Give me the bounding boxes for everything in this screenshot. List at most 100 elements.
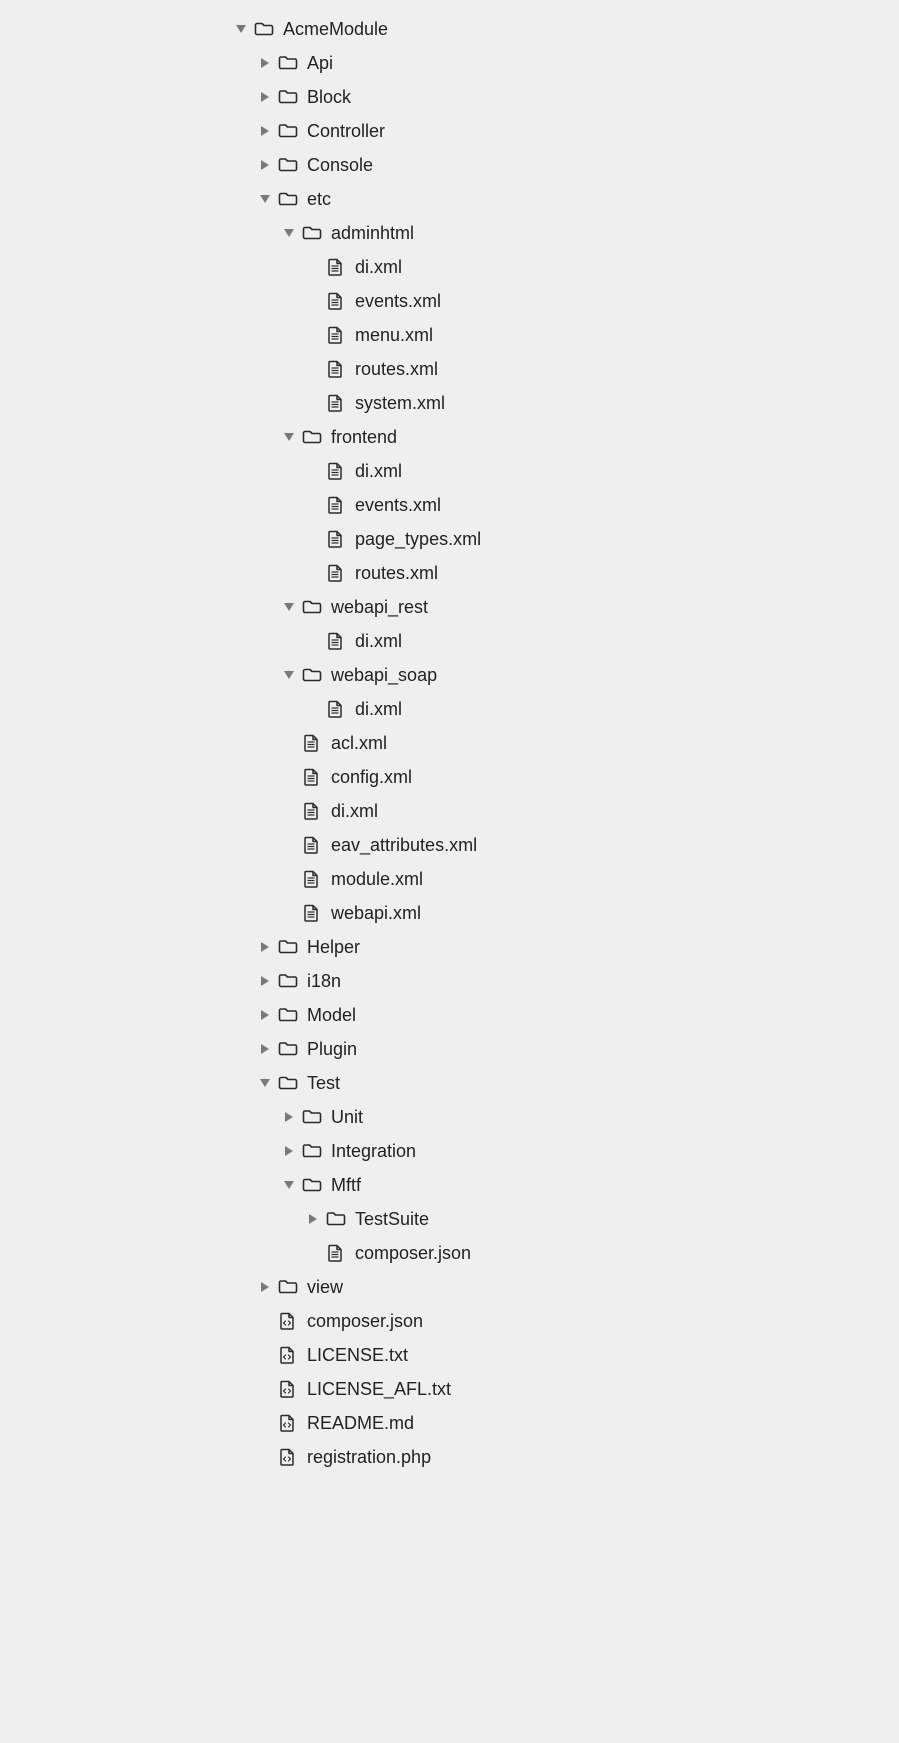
file-text-icon	[325, 496, 347, 514]
file-text-icon	[301, 836, 323, 854]
tree-row[interactable]: menu.xml	[0, 318, 899, 352]
tree-row[interactable]: eav_attributes.xml	[0, 828, 899, 862]
chevron-down-icon[interactable]	[235, 23, 247, 35]
chevron-right-icon[interactable]	[307, 1213, 319, 1225]
chevron-right-icon[interactable]	[259, 159, 271, 171]
file-text-icon	[301, 734, 323, 752]
chevron-down-icon[interactable]	[283, 601, 295, 613]
tree-row[interactable]: events.xml	[0, 284, 899, 318]
chevron-right-icon[interactable]	[259, 1009, 271, 1021]
tree-row[interactable]: events.xml	[0, 488, 899, 522]
chevron-right-icon[interactable]	[259, 1281, 271, 1293]
tree-row[interactable]: LICENSE.txt	[0, 1338, 899, 1372]
chevron-right-icon[interactable]	[259, 125, 271, 137]
tree-row[interactable]: webapi.xml	[0, 896, 899, 930]
tree-row[interactable]: di.xml	[0, 250, 899, 284]
chevron-right-icon[interactable]	[283, 1145, 295, 1157]
tree-row[interactable]: di.xml	[0, 692, 899, 726]
file-text-icon	[325, 360, 347, 378]
folder-closed-icon	[325, 1210, 347, 1228]
chevron-down-icon[interactable]	[283, 227, 295, 239]
tree-row[interactable]: i18n	[0, 964, 899, 998]
file-text-icon	[325, 564, 347, 582]
chevron-right-icon[interactable]	[259, 91, 271, 103]
tree-row[interactable]: LICENSE_AFL.txt	[0, 1372, 899, 1406]
tree-item-label: README.md	[307, 1406, 414, 1440]
chevron-right-icon[interactable]	[259, 57, 271, 69]
tree-item-label: events.xml	[355, 284, 441, 318]
tree-item-label: Mftf	[331, 1168, 361, 1202]
tree-row[interactable]: di.xml	[0, 624, 899, 658]
tree-row[interactable]: Controller	[0, 114, 899, 148]
tree-row[interactable]: di.xml	[0, 454, 899, 488]
tree-row[interactable]: routes.xml	[0, 556, 899, 590]
tree-row[interactable]: TestSuite	[0, 1202, 899, 1236]
tree-row[interactable]: view	[0, 1270, 899, 1304]
chevron-down-icon[interactable]	[283, 1179, 295, 1191]
file-code-icon	[277, 1312, 299, 1330]
tree-item-label: composer.json	[307, 1304, 423, 1338]
tree-row[interactable]: system.xml	[0, 386, 899, 420]
tree-row[interactable]: Test	[0, 1066, 899, 1100]
tree-row[interactable]: routes.xml	[0, 352, 899, 386]
folder-open-icon	[301, 224, 323, 242]
file-text-icon	[301, 870, 323, 888]
tree-item-label: LICENSE_AFL.txt	[307, 1372, 451, 1406]
tree-item-label: eav_attributes.xml	[331, 828, 477, 862]
tree-item-label: menu.xml	[355, 318, 433, 352]
chevron-down-icon[interactable]	[283, 431, 295, 443]
tree-row[interactable]: Integration	[0, 1134, 899, 1168]
folder-closed-icon	[301, 1142, 323, 1160]
tree-row[interactable]: webapi_rest	[0, 590, 899, 624]
tree-item-label: composer.json	[355, 1236, 471, 1270]
tree-row[interactable]: acl.xml	[0, 726, 899, 760]
tree-row[interactable]: composer.json	[0, 1304, 899, 1338]
tree-item-label: webapi_soap	[331, 658, 437, 692]
tree-row[interactable]: Mftf	[0, 1168, 899, 1202]
tree-item-label: system.xml	[355, 386, 445, 420]
tree-row[interactable]: README.md	[0, 1406, 899, 1440]
tree-item-label: frontend	[331, 420, 397, 454]
folder-open-icon	[301, 666, 323, 684]
tree-row[interactable]: registration.php	[0, 1440, 899, 1474]
tree-row[interactable]: Unit	[0, 1100, 899, 1134]
chevron-right-icon[interactable]	[259, 975, 271, 987]
tree-row[interactable]: page_types.xml	[0, 522, 899, 556]
tree-row[interactable]: composer.json	[0, 1236, 899, 1270]
folder-closed-icon	[277, 1006, 299, 1024]
tree-item-label: Integration	[331, 1134, 416, 1168]
tree-item-label: routes.xml	[355, 556, 438, 590]
tree-item-label: Test	[307, 1066, 340, 1100]
folder-closed-icon	[277, 1278, 299, 1296]
chevron-right-icon[interactable]	[283, 1111, 295, 1123]
tree-row[interactable]: webapi_soap	[0, 658, 899, 692]
tree-row[interactable]: AcmeModule	[0, 12, 899, 46]
folder-open-icon	[301, 1176, 323, 1194]
tree-row[interactable]: etc	[0, 182, 899, 216]
tree-item-label: Helper	[307, 930, 360, 964]
tree-row[interactable]: di.xml	[0, 794, 899, 828]
tree-item-label: routes.xml	[355, 352, 438, 386]
tree-row[interactable]: Plugin	[0, 1032, 899, 1066]
chevron-down-icon[interactable]	[259, 193, 271, 205]
chevron-right-icon[interactable]	[259, 941, 271, 953]
tree-row[interactable]: config.xml	[0, 760, 899, 794]
file-text-icon	[325, 394, 347, 412]
chevron-down-icon[interactable]	[283, 669, 295, 681]
file-text-icon	[325, 462, 347, 480]
tree-row[interactable]: Api	[0, 46, 899, 80]
tree-row[interactable]: adminhtml	[0, 216, 899, 250]
chevron-right-icon[interactable]	[259, 1043, 271, 1055]
chevron-down-icon[interactable]	[259, 1077, 271, 1089]
tree-row[interactable]: frontend	[0, 420, 899, 454]
tree-row[interactable]: Block	[0, 80, 899, 114]
tree-row[interactable]: Model	[0, 998, 899, 1032]
tree-item-label: di.xml	[331, 794, 378, 828]
file-text-icon	[325, 700, 347, 718]
tree-row[interactable]: module.xml	[0, 862, 899, 896]
tree-row[interactable]: Helper	[0, 930, 899, 964]
tree-row[interactable]: Console	[0, 148, 899, 182]
file-text-icon	[301, 802, 323, 820]
tree-item-label: webapi.xml	[331, 896, 421, 930]
tree-item-label: di.xml	[355, 250, 402, 284]
